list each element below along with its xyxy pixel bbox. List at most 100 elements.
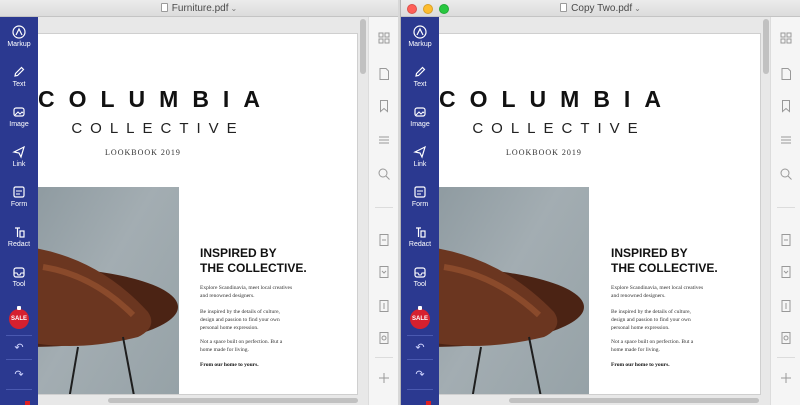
add-icon[interactable] [377,371,391,385]
window-titlebar[interactable]: Copy Two.pdf ⌄ [401,0,800,17]
redact-icon [416,227,426,238]
tool-form[interactable]: Form [0,185,38,208]
rail-divider [375,207,393,208]
horizontal-scrollbar[interactable] [108,398,358,403]
redact-icon [15,227,25,238]
chevron-down-icon[interactable]: ⌄ [231,4,238,13]
organize-icon[interactable] [779,331,793,345]
tool-form[interactable]: Form [401,185,439,208]
tool-markup[interactable]: Markup [0,25,38,48]
doc-paragraph-bold: From our home to yours. [200,362,259,368]
doc-paragraph: Not a space built on perfection. But a h… [200,338,318,354]
tool-label: Tool [12,281,26,288]
form-icon [13,186,25,198]
convert-icon[interactable] [377,233,391,247]
sidebar-divider [6,359,32,360]
bookmark-icon[interactable] [779,99,793,113]
doc-paragraph-bold: From our home to yours. [611,362,670,368]
chair-photo [439,187,589,394]
tool-redact[interactable]: Redact [0,225,38,248]
tool-text[interactable]: Text [0,65,38,88]
vertical-scrollbar[interactable] [763,19,769,74]
headline-line: THE COLLECTIVE. [611,261,718,275]
compress-icon[interactable] [779,265,793,279]
tool-label: Markup [408,41,432,48]
tool-image[interactable]: Image [401,105,439,128]
doc-paragraph: Be inspired by the details of culture, d… [200,308,318,332]
tool-text[interactable]: Text [401,65,439,88]
tool-tool[interactable]: Tool [401,265,439,288]
doc-brand: COLUMBIA [38,86,274,112]
organize-icon[interactable] [377,331,391,345]
tool-link[interactable]: Link [0,145,38,168]
tool-sidebar: Markup Text Image Link Form Redact Tool … [401,17,439,405]
bookmark-icon[interactable] [377,99,391,113]
paragraph-line: personal home expression. [200,325,259,331]
vertical-scrollbar[interactable] [360,19,366,74]
add-icon[interactable] [779,371,793,385]
extract-icon[interactable] [377,299,391,313]
page-icon[interactable] [377,67,391,81]
undo-icon[interactable]: ↶ [401,341,439,354]
paragraph-line: Be inspired by the details of culture, [200,309,280,315]
compress-icon[interactable] [377,265,391,279]
outline-icon[interactable] [377,133,391,147]
tool-sidebar: Markup Text Image Link Form Redact Tool … [0,17,38,405]
chair-photo [38,187,179,394]
image-icon [13,107,25,117]
sale-badge-icon[interactable]: SALE [9,306,29,329]
page-icon[interactable] [779,67,793,81]
tool-image[interactable]: Image [0,105,38,128]
redo-icon[interactable]: ↷ [401,368,439,381]
doc-lookbook: LOOKBOOK 2019 [506,148,582,157]
sidebar-divider [407,335,433,336]
markup-icon [12,25,26,39]
doc-brand: COLUMBIA [439,86,675,112]
document-canvas[interactable]: COLUMBIA COLLECTIVE LOOKBOOK 2019 INSPIR… [439,17,771,405]
outline-icon[interactable] [779,133,793,147]
thumbnails-icon[interactable] [377,31,391,45]
tool-label: Image [9,121,29,128]
search-icon[interactable] [377,167,391,181]
headline-line: THE COLLECTIVE. [200,261,307,275]
paragraph-line: Not a space built on perfection. But a [611,339,694,345]
doc-headline: INSPIRED BY THE COLLECTIVE. [200,246,307,276]
tool-tool[interactable]: Tool [0,265,38,288]
doc-paragraph: Explore Scandinavia, meet local creative… [200,284,318,300]
paragraph-line: Explore Scandinavia, meet local creative… [611,285,704,291]
paragraph-line: home made for living. [611,347,660,353]
tool-link[interactable]: Link [401,145,439,168]
pdf-page[interactable]: COLUMBIA COLLECTIVE LOOKBOOK 2019 INSPIR… [439,33,761,395]
text-pencil-icon [14,66,25,77]
window-title[interactable]: Copy Two.pdf ⌄ [401,3,800,14]
horizontal-scrollbar[interactable] [509,398,759,403]
rail-divider [777,357,795,358]
tool-redact[interactable]: Redact [401,225,439,248]
pdf-file-icon [160,3,168,12]
tool-label: Text [12,81,26,88]
paragraph-line: personal home expression. [611,325,670,331]
pdf-window-furniture: Furniture.pdf ⌄ Markup Text Image Link Fo… [0,0,398,405]
redo-icon[interactable]: ↷ [0,368,38,381]
paragraph-line: design and passion to find your own [200,317,280,323]
window-title[interactable]: Furniture.pdf ⌄ [0,3,398,14]
paragraph-line: and renowned designers. [200,293,255,299]
window-titlebar[interactable]: Furniture.pdf ⌄ [0,0,398,17]
thumbnails-icon[interactable] [779,31,793,45]
right-rail [368,17,398,405]
sale-badge-icon[interactable]: SALE [410,306,430,329]
image-icon [414,107,426,117]
tool-label: Form [10,201,28,208]
pdf-page[interactable]: COLUMBIA COLLECTIVE LOOKBOOK 2019 INSPIR… [38,33,358,395]
pdf-window-copy-two: Copy Two.pdf ⌄ Markup Text Image Link For… [400,0,800,405]
document-canvas[interactable]: COLUMBIA COLLECTIVE LOOKBOOK 2019 INSPIR… [38,17,368,405]
tool-markup[interactable]: Markup [401,25,439,48]
extract-icon[interactable] [779,299,793,313]
chevron-down-icon[interactable]: ⌄ [634,4,641,13]
undo-icon[interactable]: ↶ [0,341,38,354]
search-icon[interactable] [779,167,793,181]
convert-icon[interactable] [779,233,793,247]
headline-line: INSPIRED BY [611,246,688,260]
rail-divider [777,207,795,208]
sidebar-divider [6,335,32,336]
